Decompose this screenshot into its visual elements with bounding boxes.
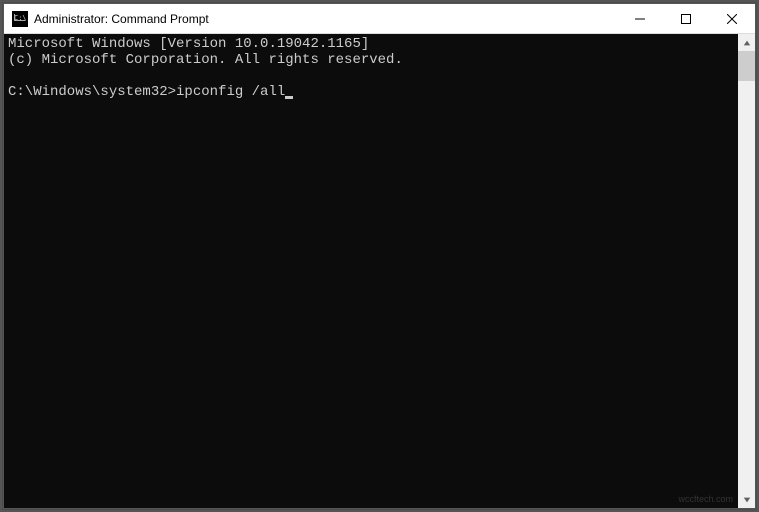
copyright-line: (c) Microsoft Corporation. All rights re… (8, 52, 403, 68)
terminal-output[interactable]: Microsoft Windows [Version 10.0.19042.11… (4, 34, 738, 508)
command-input: ipconfig /all (176, 84, 285, 100)
command-prompt-window: C:\ Administrator: Command Prompt Micros… (3, 3, 756, 509)
close-button[interactable] (709, 4, 755, 33)
minimize-button[interactable] (617, 4, 663, 33)
maximize-button[interactable] (663, 4, 709, 33)
titlebar[interactable]: C:\ Administrator: Command Prompt (4, 4, 755, 34)
prompt: C:\Windows\system32> (8, 84, 176, 100)
scroll-track[interactable] (738, 51, 755, 491)
window-title: Administrator: Command Prompt (34, 12, 617, 26)
terminal-area: Microsoft Windows [Version 10.0.19042.11… (4, 34, 755, 508)
scroll-down-button[interactable] (738, 491, 755, 508)
version-line: Microsoft Windows [Version 10.0.19042.11… (8, 36, 369, 52)
cmd-icon: C:\ (12, 11, 28, 27)
vertical-scrollbar[interactable] (738, 34, 755, 508)
window-controls (617, 4, 755, 33)
scroll-thumb[interactable] (738, 51, 755, 81)
scroll-up-button[interactable] (738, 34, 755, 51)
watermark: wccftech.com (678, 494, 733, 504)
cursor (285, 96, 293, 99)
